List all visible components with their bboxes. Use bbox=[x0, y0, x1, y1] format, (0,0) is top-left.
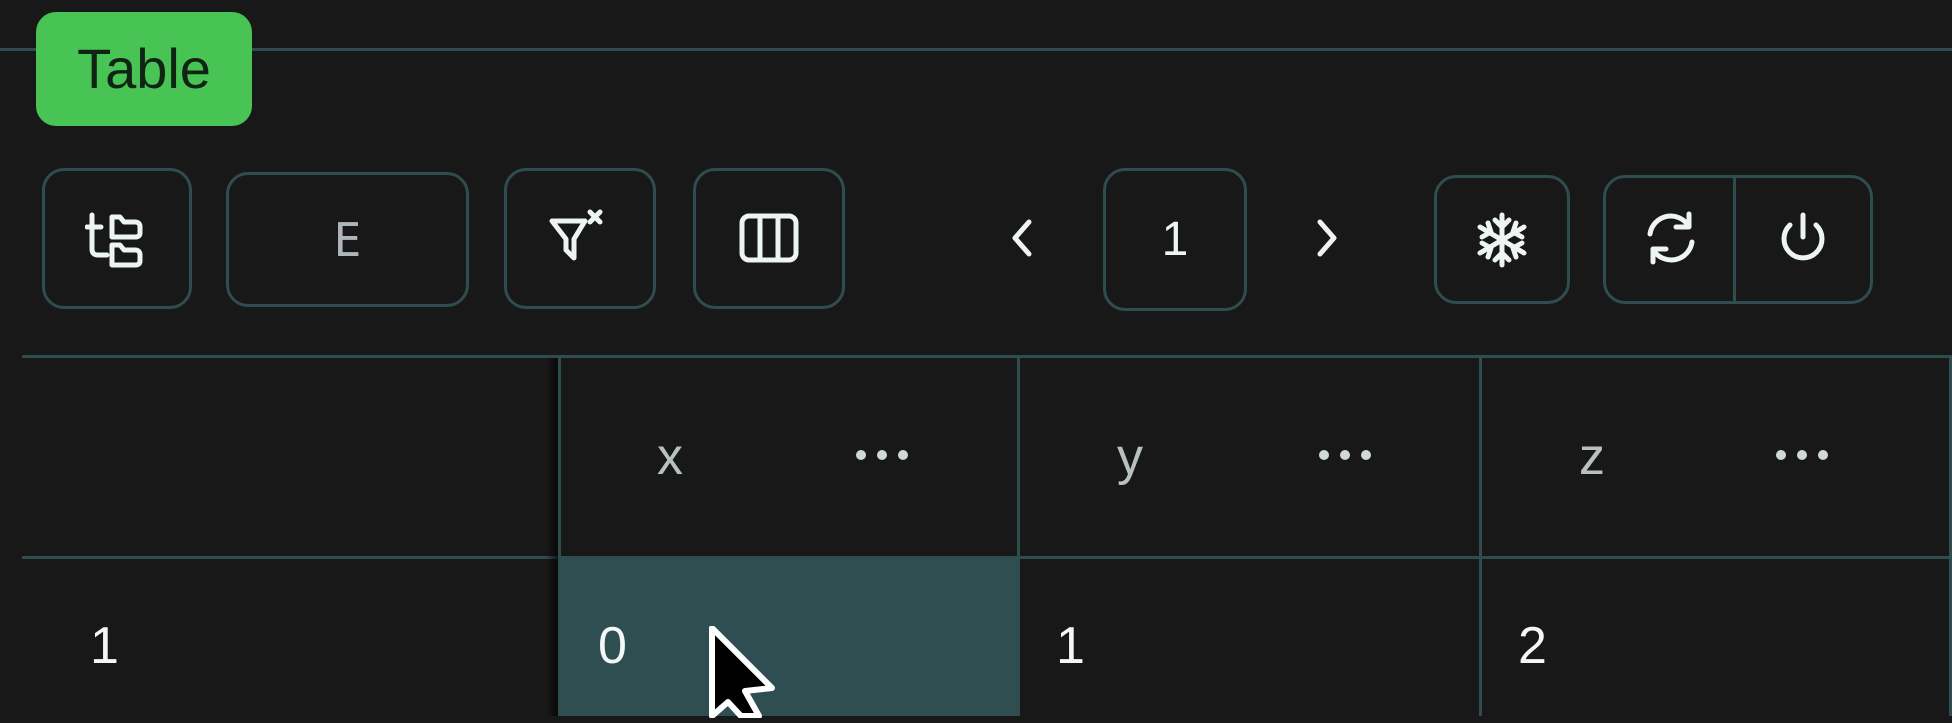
row-index-cell: 1 bbox=[90, 617, 119, 675]
freeze-button[interactable] bbox=[1434, 175, 1570, 304]
refresh-icon bbox=[1640, 207, 1702, 274]
panel-divider bbox=[0, 48, 1952, 51]
chevron-right-icon bbox=[1310, 216, 1344, 265]
view-selector-value: E bbox=[333, 212, 362, 267]
table-cell-z[interactable]: 2 bbox=[1482, 559, 1949, 716]
ellipsis-icon bbox=[1773, 447, 1831, 468]
column-header-label: x bbox=[657, 428, 683, 486]
table-tab-label[interactable]: Table bbox=[36, 12, 252, 126]
columns-icon bbox=[738, 208, 800, 270]
power-button[interactable] bbox=[1768, 205, 1838, 275]
power-icon bbox=[1773, 208, 1833, 273]
ellipsis-icon bbox=[1316, 447, 1374, 468]
folder-tree-icon bbox=[85, 207, 149, 271]
ellipsis-icon bbox=[853, 447, 911, 468]
page-number-value: 1 bbox=[1161, 213, 1189, 266]
filter-x-icon bbox=[547, 206, 613, 272]
column-header-z[interactable]: z bbox=[1482, 358, 1902, 556]
column-menu-button-z[interactable] bbox=[1772, 437, 1832, 477]
view-selector[interactable]: E bbox=[226, 172, 469, 307]
chevron-left-icon bbox=[1005, 216, 1039, 265]
page-number-input[interactable]: 1 bbox=[1103, 168, 1247, 311]
previous-page-button[interactable] bbox=[998, 208, 1046, 272]
column-header-y[interactable]: y bbox=[1020, 358, 1450, 556]
table-cell-y[interactable]: 1 bbox=[1020, 559, 1479, 716]
column-header-label: z bbox=[1579, 428, 1605, 486]
snowflake-icon bbox=[1473, 211, 1531, 269]
column-header-label: y bbox=[1117, 428, 1143, 486]
frozen-column-shadow bbox=[546, 358, 558, 716]
column-menu-button-y[interactable] bbox=[1315, 437, 1375, 477]
next-page-button[interactable] bbox=[1303, 208, 1351, 272]
clear-filters-button[interactable] bbox=[504, 168, 656, 309]
column-menu-button-x[interactable] bbox=[852, 437, 912, 477]
tree-view-button[interactable] bbox=[42, 168, 192, 309]
mouse-pointer-icon bbox=[708, 625, 812, 723]
refresh-button[interactable] bbox=[1636, 205, 1706, 275]
columns-button[interactable] bbox=[693, 168, 845, 309]
column-header-x[interactable]: x bbox=[561, 358, 983, 556]
group-divider bbox=[1733, 175, 1736, 304]
